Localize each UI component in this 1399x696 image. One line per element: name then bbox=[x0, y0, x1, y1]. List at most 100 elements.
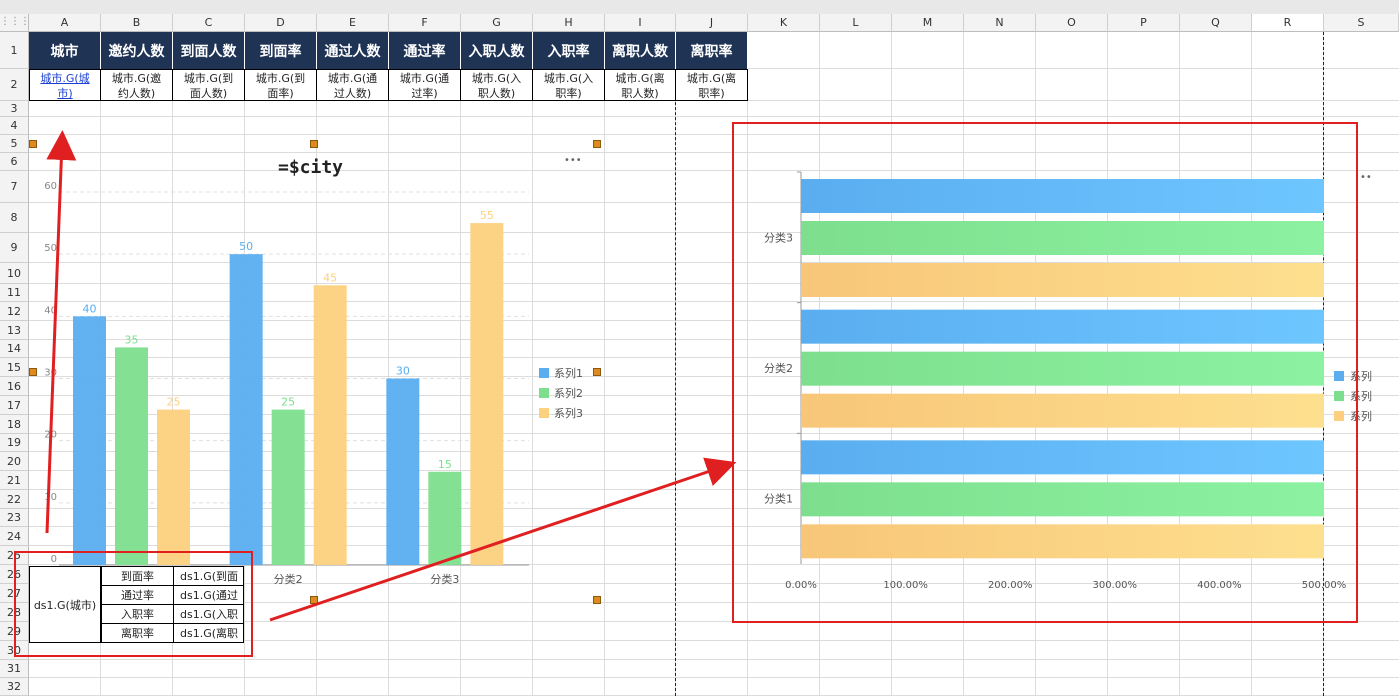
column-header-g[interactable]: G bbox=[461, 14, 533, 32]
resize-handle[interactable] bbox=[593, 596, 601, 604]
column-header-s[interactable]: S bbox=[1324, 14, 1399, 32]
spreadsheet-sheet[interactable]: ⋮⋮⋮ ^ ABCDEFGHIJKLMNOPQRS 12345678910111… bbox=[0, 0, 1399, 696]
resize-handle[interactable] bbox=[29, 368, 37, 376]
row-header-15[interactable]: 15 bbox=[0, 358, 29, 377]
select-all-corner[interactable]: ⋮⋮⋮ bbox=[0, 14, 30, 32]
row-header-2[interactable]: 2 bbox=[0, 69, 29, 101]
resize-handle[interactable] bbox=[593, 368, 601, 376]
formula-cell[interactable]: 城市.G(通 过率) bbox=[389, 69, 461, 101]
header-cell[interactable]: 入职人数 bbox=[461, 32, 533, 69]
x-tick-label: 分类3 bbox=[430, 572, 459, 586]
bar-系列2-分类3 bbox=[428, 471, 462, 565]
column-header-i[interactable]: I bbox=[605, 14, 676, 32]
row-header-9[interactable]: 9 bbox=[0, 233, 29, 263]
more-options-icon[interactable]: ••• bbox=[564, 155, 582, 166]
bar-系列3-分类1 bbox=[157, 409, 190, 565]
resize-handle[interactable] bbox=[593, 140, 601, 148]
row-header-20[interactable]: 20 bbox=[0, 452, 29, 471]
header-cell[interactable]: 入职率 bbox=[533, 32, 605, 69]
row-header-6[interactable]: 6 bbox=[0, 153, 29, 171]
row-header-7[interactable]: 7 bbox=[0, 171, 29, 203]
formula-line: 城市.G(城 bbox=[40, 72, 90, 85]
annotation-box-right bbox=[732, 122, 1358, 623]
header-cell[interactable]: 邀约人数 bbox=[101, 32, 173, 69]
column-header-b[interactable]: B bbox=[101, 14, 173, 32]
column-header-l[interactable]: L bbox=[820, 14, 892, 32]
row-header-10[interactable]: 10 bbox=[0, 263, 29, 284]
column-header-d[interactable]: D bbox=[245, 14, 317, 32]
row-header-21[interactable]: 21 bbox=[0, 471, 29, 490]
formula-cell[interactable]: 城市.G(入 职率) bbox=[533, 69, 605, 101]
column-header-j[interactable]: J bbox=[676, 14, 748, 32]
column-header-r[interactable]: R bbox=[1252, 14, 1324, 32]
formula-cell[interactable]: 城市.G(入 职人数) bbox=[461, 69, 533, 101]
row-header-16[interactable]: 16 bbox=[0, 377, 29, 396]
column-header-a[interactable]: A bbox=[29, 14, 101, 32]
formula-line: 城市.G(入 bbox=[543, 72, 594, 85]
row-header-11[interactable]: 11 bbox=[0, 284, 29, 302]
row-header-1[interactable]: 1 bbox=[0, 32, 29, 69]
data-label: 30 bbox=[396, 365, 410, 378]
header-cell[interactable]: 离职人数 bbox=[605, 32, 676, 69]
column-header-h[interactable]: H bbox=[533, 14, 605, 32]
header-cell[interactable]: 城市 bbox=[29, 32, 101, 69]
row-header-13[interactable]: 13 bbox=[0, 321, 29, 340]
y-tick-label: 30 bbox=[44, 368, 57, 379]
header-cell[interactable]: 到面率 bbox=[245, 32, 317, 69]
data-label: 50 bbox=[239, 240, 253, 253]
column-header-o[interactable]: O bbox=[1036, 14, 1108, 32]
formula-cell[interactable]: 城市.G(邀 约人数) bbox=[101, 69, 173, 101]
column-header-f[interactable]: F bbox=[389, 14, 461, 32]
row-header-32[interactable]: 32 bbox=[0, 678, 29, 696]
row-header-5[interactable]: 5 bbox=[0, 135, 29, 153]
row-gridline bbox=[29, 659, 1399, 660]
row-header-22[interactable]: 22 bbox=[0, 490, 29, 509]
formula-cell[interactable]: 城市.G(通 过人数) bbox=[317, 69, 389, 101]
header-cell[interactable]: 通过率 bbox=[389, 32, 461, 69]
formula-cell[interactable]: 城市.G(离 职人数) bbox=[605, 69, 676, 101]
header-cell[interactable]: 离职率 bbox=[676, 32, 748, 69]
row-header-3[interactable]: 3 bbox=[0, 101, 29, 117]
row-header-12[interactable]: 12 bbox=[0, 302, 29, 321]
row-gridline bbox=[29, 116, 1399, 117]
formula-line: 城市.G(通 bbox=[399, 72, 450, 85]
column-header-q[interactable]: Q bbox=[1180, 14, 1252, 32]
y-tick-label: 50 bbox=[44, 243, 57, 254]
row-header-23[interactable]: 23 bbox=[0, 509, 29, 527]
formula-line: 职人数) bbox=[621, 87, 659, 100]
row-header-19[interactable]: 19 bbox=[0, 434, 29, 452]
legend-label: 系列2 bbox=[554, 386, 583, 400]
more-options-icon[interactable]: •• bbox=[1360, 172, 1372, 183]
row-header-24[interactable]: 24 bbox=[0, 527, 29, 546]
column-header-n[interactable]: N bbox=[964, 14, 1036, 32]
row-header-14[interactable]: 14 bbox=[0, 340, 29, 358]
formula-cell[interactable]: 城市.G(城 市) bbox=[29, 69, 101, 101]
formula-cell[interactable]: 城市.G(到 面人数) bbox=[173, 69, 245, 101]
formula-line: 职率) bbox=[698, 87, 725, 100]
header-cell[interactable]: 通过人数 bbox=[317, 32, 389, 69]
left-chart[interactable]: 0102030405060403525分类1502545分类2301555分类3… bbox=[29, 140, 599, 600]
row-header-8[interactable]: 8 bbox=[0, 203, 29, 233]
column-header-p[interactable]: P bbox=[1108, 14, 1180, 32]
formula-line: 面人数) bbox=[189, 87, 228, 100]
resize-handle[interactable] bbox=[29, 140, 37, 148]
resize-handle[interactable] bbox=[310, 596, 318, 604]
header-cell[interactable]: 到面人数 bbox=[173, 32, 245, 69]
formula-cell[interactable]: 城市.G(到 面率) bbox=[245, 69, 317, 101]
row-header-31[interactable]: 31 bbox=[0, 660, 29, 678]
row-header-18[interactable]: 18 bbox=[0, 415, 29, 434]
column-header-m[interactable]: M bbox=[892, 14, 964, 32]
formula-line: 职率) bbox=[555, 87, 582, 100]
data-label: 40 bbox=[83, 302, 97, 315]
chart-title[interactable]: =$city bbox=[278, 157, 343, 178]
resize-handle[interactable] bbox=[310, 140, 318, 148]
row-gridline bbox=[29, 677, 1399, 678]
formula-line: 市) bbox=[57, 87, 73, 100]
bar-系列2-分类2 bbox=[271, 409, 305, 565]
formula-cell[interactable]: 城市.G(离 职率) bbox=[676, 69, 748, 101]
column-header-c[interactable]: C bbox=[173, 14, 245, 32]
row-header-4[interactable]: 4 bbox=[0, 117, 29, 135]
column-header-e[interactable]: E bbox=[317, 14, 389, 32]
column-header-k[interactable]: K bbox=[748, 14, 820, 32]
row-header-17[interactable]: 17 bbox=[0, 396, 29, 415]
